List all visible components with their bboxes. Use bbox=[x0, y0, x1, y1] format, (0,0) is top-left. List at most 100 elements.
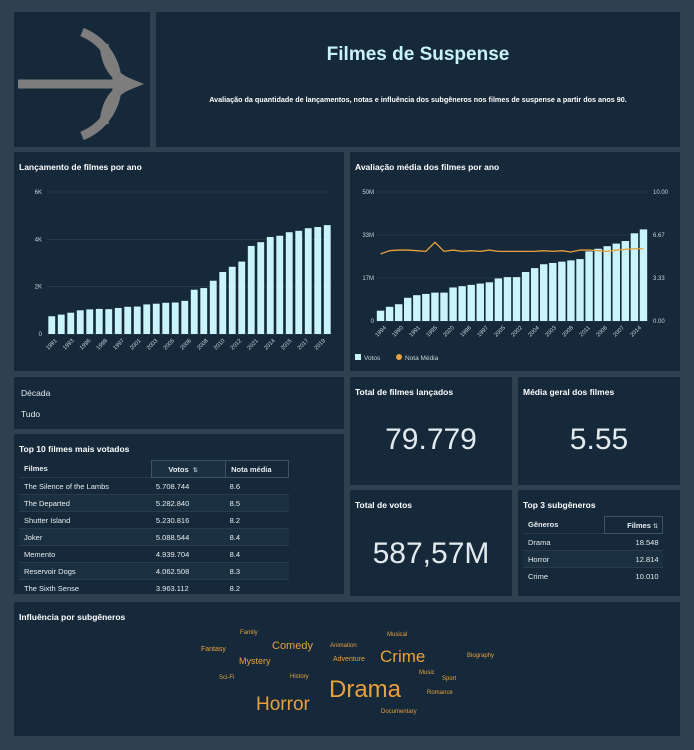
word-cloud-word[interactable]: Mystery bbox=[239, 656, 271, 666]
table-row[interactable]: The Sixth Sense 3.963.112 8.2 bbox=[19, 579, 289, 594]
films-count-cell: 10.010 bbox=[604, 567, 663, 584]
x-tick-label: 2006 bbox=[180, 338, 193, 351]
y-tick-label: 6K bbox=[35, 190, 42, 196]
bar bbox=[238, 261, 246, 334]
word-cloud-word[interactable]: Musical bbox=[387, 632, 407, 638]
page-title: Filmes de Suspense bbox=[326, 44, 510, 65]
page-subtitle: Avaliação da quantidade de lançamentos, … bbox=[209, 95, 627, 104]
word-cloud-word[interactable]: Crime bbox=[380, 647, 425, 667]
word-cloud-word[interactable]: Sci-Fi bbox=[219, 675, 234, 681]
bar bbox=[567, 260, 575, 321]
bar bbox=[494, 278, 503, 321]
subgenre-word-cloud: Family Fantasy Comedy Mystery Animation Adven… bbox=[14, 602, 680, 736]
table-row[interactable]: Memento 4.939.704 8.4 bbox=[19, 545, 289, 563]
table-row[interactable]: Reservoir Dogs 4.062.508 8.3 bbox=[19, 562, 289, 580]
sort-arrows-icon[interactable]: ⇅ bbox=[653, 524, 658, 530]
y2-tick-label: 6.67 bbox=[653, 233, 665, 239]
top3-panel: Top 3 subgêneros Gêneros Filmes ⇅ Drama 1… bbox=[518, 490, 680, 596]
x-tick-label: 1993 bbox=[62, 338, 75, 351]
word-cloud-word[interactable]: Drama bbox=[329, 676, 401, 704]
votes-cell: 5.282.840 bbox=[151, 494, 226, 512]
votes-cell: 5.708.744 bbox=[151, 477, 226, 495]
word-cloud-word[interactable]: Family bbox=[240, 630, 258, 636]
table-row[interactable]: The Departed 5.282.840 8.5 bbox=[19, 494, 289, 512]
average-rating-chart: 0 17M 33M 50M 0.00 3.33 6.67 10.00 1994 1990 1991 1… bbox=[355, 190, 669, 362]
word-cloud-word[interactable]: Biography bbox=[467, 653, 494, 659]
score-cell: 8.6 bbox=[225, 477, 289, 495]
bar bbox=[603, 246, 611, 321]
x-tick-label: 2014 bbox=[630, 325, 644, 339]
x-tick-label: 1997 bbox=[112, 338, 125, 351]
column-header-filmes[interactable]: Filmes ⇅ bbox=[604, 516, 663, 534]
table-row[interactable]: Drama 18.548 bbox=[523, 533, 663, 551]
x-tick-label: 1991 bbox=[45, 338, 58, 351]
table-row[interactable]: The Silence of the Lambs 5.708.744 8.6 bbox=[19, 477, 289, 495]
x-tick-label: 2015 bbox=[280, 338, 293, 351]
y-tick-label: 0 bbox=[39, 332, 43, 338]
x-tick-label: 1991 bbox=[409, 325, 422, 338]
word-cloud-word[interactable]: Sport bbox=[442, 676, 456, 682]
word-cloud-word[interactable]: Adventure bbox=[333, 656, 365, 663]
x-tick-label: 2008 bbox=[196, 338, 209, 351]
kpi-value: 5.55 bbox=[569, 423, 629, 456]
bar bbox=[219, 271, 227, 334]
column-header-filmes[interactable]: Filmes bbox=[19, 461, 152, 478]
kpi-title: Total de votos bbox=[355, 500, 412, 510]
film-name-cell: Memento bbox=[19, 545, 152, 563]
score-cell: 8.4 bbox=[225, 545, 289, 563]
header-panel: Filmes de Suspense Avaliação da quantida… bbox=[156, 12, 680, 147]
word-cloud-word[interactable]: Music bbox=[419, 670, 435, 676]
y-tick-label: 4K bbox=[35, 237, 42, 243]
bar bbox=[190, 289, 198, 334]
bar bbox=[385, 306, 394, 321]
bar bbox=[200, 288, 208, 334]
decade-filter-select[interactable]: Tudo bbox=[21, 409, 40, 419]
score-cell: 8.2 bbox=[225, 511, 289, 529]
x-tick-label: 2008 bbox=[562, 325, 575, 338]
bar bbox=[376, 310, 385, 321]
word-cloud-word[interactable]: Comedy bbox=[272, 640, 313, 652]
table-row[interactable]: Horror 12.814 bbox=[523, 550, 663, 568]
votes-cell: 3.963.112 bbox=[151, 579, 226, 594]
bar bbox=[105, 309, 113, 334]
column-header-generos[interactable]: Gêneros bbox=[523, 517, 605, 534]
film-name-cell: Shutter Island bbox=[19, 511, 152, 529]
table-row[interactable]: Joker 5.088.544 8.4 bbox=[19, 528, 289, 546]
score-cell: 8.2 bbox=[225, 579, 289, 594]
y-tick-label: 17M bbox=[362, 276, 374, 282]
decade-filter-panel[interactable]: Década Tudo bbox=[14, 377, 344, 429]
word-cloud-word[interactable]: Horror bbox=[256, 694, 310, 716]
x-tick-label: 2005 bbox=[163, 338, 176, 351]
legend-swatch-nota-media bbox=[396, 354, 402, 360]
table-row[interactable]: Shutter Island 5.230.816 8.2 bbox=[19, 511, 289, 529]
word-cloud-word[interactable]: Animation bbox=[330, 643, 357, 649]
bar bbox=[133, 306, 141, 334]
votes-cell: 5.230.816 bbox=[151, 511, 226, 529]
bar bbox=[171, 302, 179, 334]
bar bbox=[295, 230, 303, 334]
x-tick-label: 1990 bbox=[392, 325, 405, 338]
table-row[interactable]: Crime 10.010 bbox=[523, 567, 663, 584]
releases-per-year-panel: Lançamento de filmes por ano 0 2K 4K 6K 1991… bbox=[14, 152, 344, 371]
word-cloud-word[interactable]: Fantasy bbox=[201, 646, 226, 653]
x-tick-label: 2012 bbox=[230, 338, 243, 351]
bar bbox=[512, 277, 521, 321]
column-header-nota-media[interactable]: Nota média bbox=[225, 460, 289, 478]
sort-arrows-icon[interactable]: ⇅ bbox=[193, 468, 198, 474]
word-cloud-word[interactable]: Documentary bbox=[381, 709, 417, 715]
bar bbox=[143, 304, 151, 334]
bar bbox=[404, 297, 412, 321]
bar bbox=[48, 316, 56, 334]
votes-cell: 4.939.704 bbox=[151, 545, 226, 563]
top10-table: Filmes Votos ⇅ Nota média The Silence of… bbox=[19, 460, 289, 594]
bar bbox=[422, 293, 430, 321]
x-tick-label: 1995 bbox=[426, 325, 439, 338]
legend-label: Nota Média bbox=[405, 355, 439, 362]
word-cloud-word[interactable]: Romance bbox=[427, 690, 453, 696]
word-cloud-word[interactable]: History bbox=[290, 674, 309, 680]
bar bbox=[86, 309, 94, 334]
top10-panel: Top 10 filmes mais votados Filmes Votos … bbox=[14, 434, 344, 594]
column-header-votos[interactable]: Votos ⇅ bbox=[151, 460, 227, 478]
top3-table: Gêneros Filmes ⇅ Drama 18.548 Horror 12.814… bbox=[523, 516, 663, 584]
bar bbox=[124, 306, 132, 334]
